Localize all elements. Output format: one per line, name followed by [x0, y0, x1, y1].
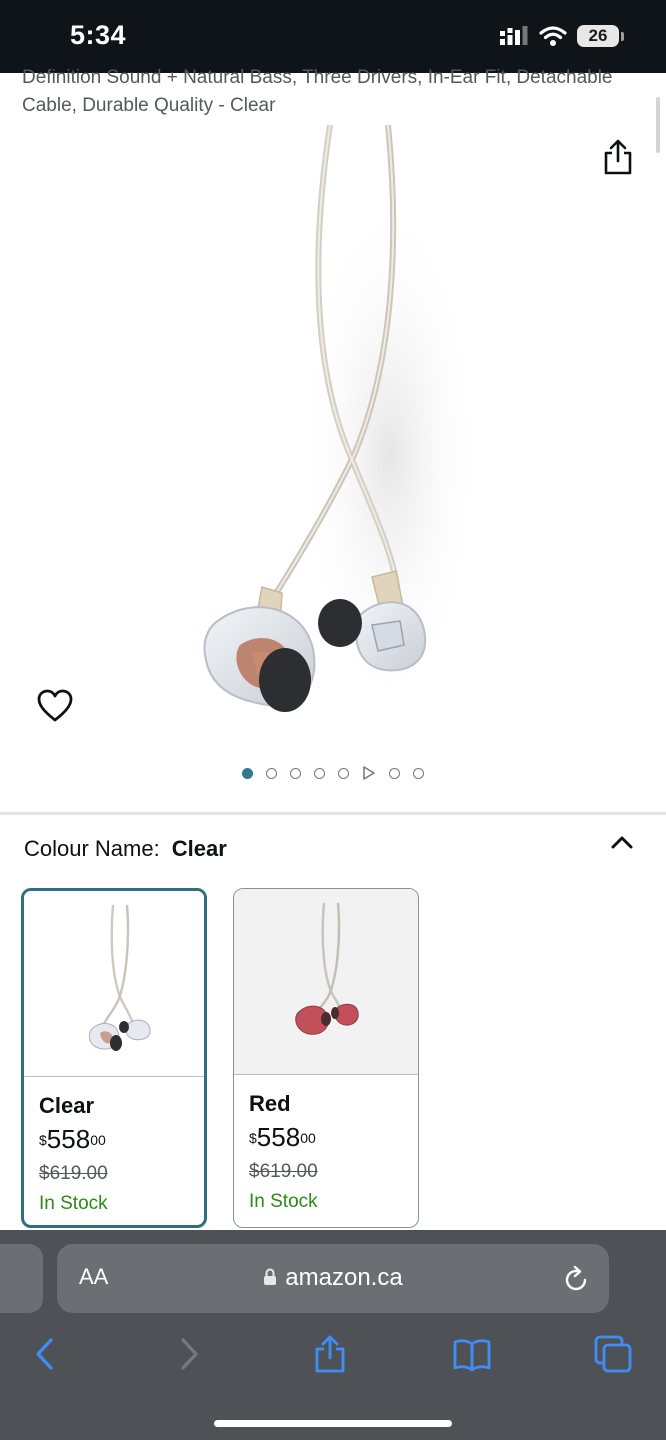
forward-icon[interactable] — [168, 1334, 208, 1374]
product-image[interactable] — [0, 125, 666, 745]
colour-label: Colour Name: — [24, 836, 160, 861]
battery-level: 26 — [588, 26, 608, 45]
product-title[interactable]: Definition Sound + Natural Bass, Three D… — [22, 64, 622, 120]
battery-icon: 26 — [577, 25, 619, 47]
swatch-clear-image — [88, 904, 151, 1051]
share-icon[interactable] — [310, 1334, 350, 1374]
signal-icon — [500, 26, 528, 45]
battery-tip — [621, 31, 624, 41]
swatch-stock-status: In Stock — [249, 1191, 318, 1212]
chevron-up-icon[interactable] — [608, 832, 636, 854]
carousel-dot[interactable] — [389, 767, 400, 779]
carousel-dot[interactable] — [413, 767, 424, 779]
video-play-icon[interactable] — [362, 766, 376, 780]
section-divider — [0, 812, 666, 815]
swatch-thumbnail — [24, 891, 204, 1077]
url-display[interactable]: amazon.ca — [57, 1264, 609, 1292]
price-whole: 558 — [256, 1122, 301, 1152]
back-icon[interactable] — [26, 1334, 66, 1374]
swatch-red[interactable]: Red $55800 $619.00 In Stock — [233, 888, 419, 1228]
heart-icon[interactable] — [36, 688, 74, 724]
address-bar[interactable]: AA amazon.ca — [57, 1244, 609, 1313]
carousel-dot[interactable] — [314, 767, 325, 779]
image-carousel-dots — [0, 762, 666, 784]
browser-toolbar: AA amazon.ca — [0, 1230, 666, 1440]
swatch-name: Clear — [39, 1093, 95, 1118]
swatch-name: Red — [249, 1091, 291, 1116]
status-bar: 5:34 26 — [0, 0, 666, 73]
carousel-dot[interactable] — [290, 767, 301, 779]
tabs-icon[interactable] — [593, 1334, 633, 1374]
swatch-was-price: $619.00 — [249, 1161, 318, 1182]
url-text: amazon.ca — [285, 1264, 403, 1291]
carousel-dot[interactable] — [338, 767, 349, 779]
price-fraction: 00 — [300, 1130, 316, 1146]
price-currency: $ — [39, 1132, 47, 1148]
price-currency: $ — [249, 1130, 257, 1146]
colour-selected-value: Clear — [171, 836, 227, 861]
reload-icon[interactable] — [563, 1265, 589, 1293]
status-time: 5:34 — [70, 20, 127, 50]
status-icons: 26 — [499, 25, 624, 47]
price-fraction: 00 — [90, 1132, 106, 1148]
bookmarks-icon[interactable] — [452, 1334, 492, 1374]
swatch-red-image — [295, 902, 359, 1035]
wifi-icon — [539, 26, 567, 46]
share-icon[interactable] — [600, 138, 636, 176]
swatch-clear[interactable]: Clear $55800 $619.00 In Stock — [21, 888, 207, 1228]
lock-icon — [264, 1268, 277, 1285]
swatch-price: $55800 — [249, 1122, 403, 1157]
swatch-thumbnail — [234, 889, 418, 1075]
previous-tab-peek[interactable] — [0, 1244, 43, 1313]
swatch-price: $55800 — [39, 1124, 189, 1159]
home-indicator — [214, 1420, 452, 1427]
carousel-dot[interactable] — [266, 767, 277, 779]
swatch-stock-status: In Stock — [39, 1193, 108, 1214]
swatch-was-price: $619.00 — [39, 1163, 108, 1184]
colour-name-row: Colour Name: Clear — [24, 836, 227, 862]
carousel-dot[interactable] — [242, 767, 253, 779]
price-whole: 558 — [46, 1124, 91, 1154]
